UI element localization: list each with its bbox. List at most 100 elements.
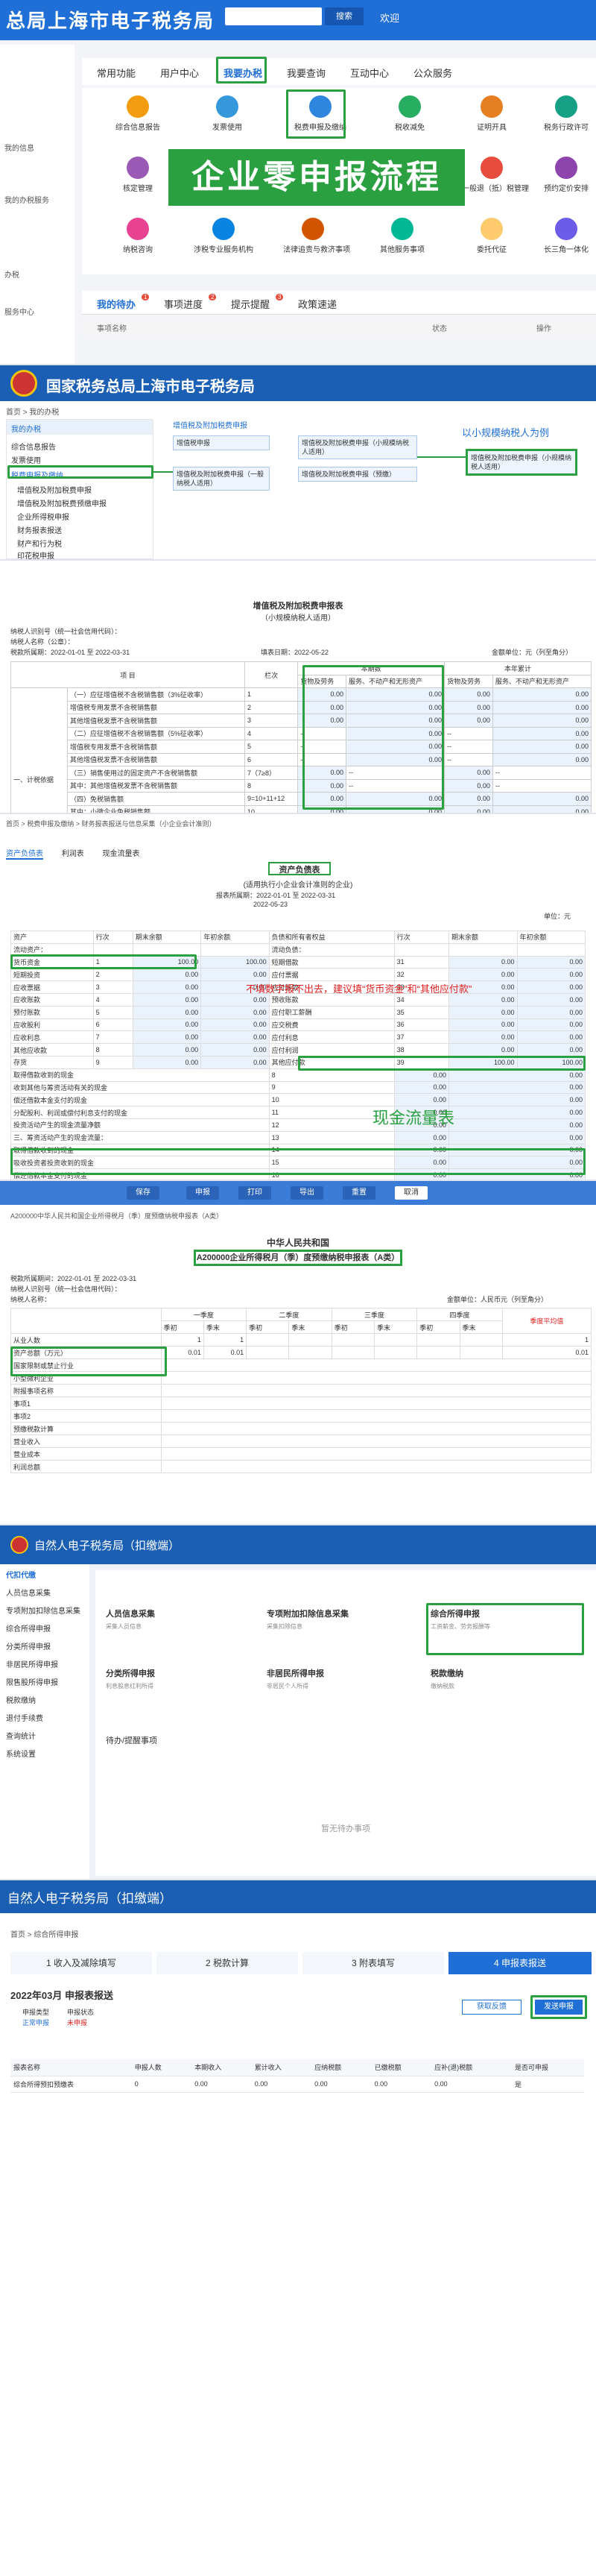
step-item[interactable]: 1 收入及减除填写 — [10, 1952, 152, 1974]
value-cell[interactable]: 0.00 — [444, 714, 493, 728]
sidebar-item[interactable]: 发票使用 — [11, 454, 41, 465]
service-item[interactable]: 涉税专业服务机构 — [194, 218, 253, 254]
step-item[interactable]: 2 税款计算 — [156, 1952, 298, 1974]
table-cell[interactable]: 0.00 — [448, 992, 518, 1007]
table-cell[interactable]: 0.00 — [132, 1018, 202, 1032]
card[interactable]: 税款缴纳 缴纳税款 — [431, 1667, 572, 1712]
search-button[interactable]: 搜索 — [325, 7, 364, 25]
sidebar-subitem[interactable]: 财务报表报送 — [17, 524, 62, 535]
step-item[interactable]: 3 附表填写 — [302, 1952, 444, 1974]
sidebar-item[interactable]: 系统设置 — [6, 1748, 36, 1759]
tab-balance-sheet[interactable]: 资产负债表 — [6, 850, 43, 860]
value-cell[interactable]: 0.00 — [492, 687, 592, 702]
sidebar-subitem[interactable]: 印花税申报 — [17, 549, 54, 559]
value-cell[interactable]: 0.00 — [444, 792, 493, 806]
card[interactable]: 人员信息采集 采集人员信息 — [106, 1607, 247, 1652]
save-button[interactable]: 保存 — [127, 1186, 159, 1200]
sidebar-item[interactable]: 限售股所得申报 — [6, 1676, 58, 1687]
flow-node[interactable]: 增值税申报 — [173, 435, 270, 450]
table-cell[interactable]: 0.00 — [448, 1018, 518, 1032]
value-cell[interactable]: 0.00 — [444, 766, 493, 780]
flow-node[interactable]: 增值税及附加税费申报（一般纳税人适用） — [173, 467, 270, 491]
value-cell[interactable]: 0.00 — [444, 778, 493, 793]
flow-node[interactable]: 增值税及附加税费申报（小规模纳税人适用） — [298, 435, 417, 459]
table-cell[interactable]: 0.00 — [132, 1043, 202, 1056]
sidebar-subitem[interactable]: 增值税及附加税费申报 — [17, 484, 92, 495]
value-cell[interactable]: 0.00 — [492, 752, 592, 766]
service-item[interactable]: 其他服务事项 — [380, 218, 425, 254]
reset-button[interactable]: 重置 — [343, 1186, 375, 1200]
sidebar-item[interactable]: 办税 — [4, 268, 19, 280]
table-cell[interactable]: 0.00 — [448, 955, 518, 969]
table-cell[interactable]: 0.00 — [132, 980, 202, 994]
service-item[interactable]: 纳税咨询 — [123, 218, 153, 254]
export-button[interactable]: 导出 — [291, 1186, 323, 1200]
table-cell[interactable]: 0.00 — [132, 1005, 202, 1019]
service-item[interactable]: 一般退（抵）税管理 — [462, 157, 529, 193]
sidebar-item[interactable]: 综合所得申报 — [6, 1622, 51, 1634]
table-cell[interactable]: 0.00 — [448, 1005, 518, 1019]
value-cell[interactable]: 0.00 — [444, 687, 493, 702]
table-cell[interactable]: 0.00 — [132, 992, 202, 1007]
service-item[interactable]: 综合信息报告 — [115, 95, 160, 132]
sidebar-item[interactable]: 综合信息报告 — [11, 441, 56, 452]
card[interactable]: 非居民所得申报 非居民个人所得 — [267, 1667, 408, 1712]
sidebar-item[interactable]: 非居民所得申报 — [6, 1658, 58, 1669]
sidebar-item[interactable]: 查询统计 — [6, 1730, 36, 1741]
table-cell[interactable]: 0.00 — [448, 1030, 518, 1045]
service-item[interactable]: 委托代征 — [477, 218, 507, 254]
table-cell[interactable]: 0.00 — [132, 1030, 202, 1045]
flow-node[interactable]: 增值税及附加税费申报（预缴） — [298, 467, 417, 482]
service-item[interactable]: 税务行政许可 — [544, 95, 589, 132]
card[interactable]: 分类所得申报 利息股息红利所得 — [106, 1667, 247, 1712]
value-cell[interactable]: 0.00 — [492, 714, 592, 728]
sidebar-item[interactable]: 专项附加扣除信息采集 — [6, 1605, 80, 1616]
declare-button[interactable]: 申报 — [186, 1186, 219, 1200]
sidebar-item[interactable]: 代扣代缴 — [6, 1569, 36, 1580]
sidebar-item[interactable]: 我的信息 — [4, 142, 34, 153]
sidebar-subitem[interactable]: 财产和行为税 — [17, 538, 62, 549]
service-item[interactable]: 核定管理 — [123, 157, 153, 193]
sidebar-item[interactable]: 税款缴纳 — [6, 1694, 36, 1705]
sidebar-item[interactable]: 人员信息采集 — [6, 1587, 51, 1598]
nav-item[interactable]: 常用功能 — [97, 66, 136, 80]
sidebar-item[interactable]: 服务中心 — [4, 306, 34, 317]
value-cell[interactable]: 0.00 — [492, 740, 592, 754]
nav-item[interactable]: 公众服务 — [413, 66, 452, 80]
service-item[interactable]: 发票使用 — [212, 95, 242, 132]
tab-todo[interactable]: 我的待办 — [97, 297, 136, 311]
table-cell[interactable]: 0.00 — [448, 968, 518, 982]
sidebar-subitem[interactable]: 增值税及附加税费预缴申报 — [17, 497, 107, 508]
sidebar-item[interactable]: 分类所得申报 — [6, 1640, 51, 1651]
cancel-button[interactable]: 取消 — [395, 1186, 428, 1200]
table-cell[interactable]: 0.00 — [132, 968, 202, 982]
service-item[interactable]: 证明开具 — [477, 95, 507, 132]
tab-progress[interactable]: 事项进度 — [164, 297, 203, 311]
tab-reminders[interactable]: 提示提醒 — [231, 297, 270, 311]
service-item[interactable]: 长三角一体化 — [544, 218, 589, 254]
service-item[interactable]: 税收减免 — [395, 95, 425, 132]
service-item[interactable]: 预约定价安排 — [544, 157, 589, 193]
value-cell[interactable]: 0.00 — [492, 700, 592, 714]
print-button[interactable]: 打印 — [238, 1186, 271, 1200]
table-row[interactable]: 综合所得预扣预缴表 0 0.00 0.00 0.00 0.00 0.00 是 — [10, 2076, 584, 2093]
value-cell[interactable]: 0.00 — [492, 726, 592, 740]
value-cell[interactable]: 0.00 — [444, 804, 493, 813]
value-cell[interactable]: 0.00 — [444, 700, 493, 714]
step-item-active[interactable]: 4 申报表报送 — [448, 1952, 592, 1974]
sidebar-item[interactable]: 我的办税服务 — [4, 194, 49, 205]
value-cell[interactable]: 0.00 — [492, 804, 592, 813]
tab-cashflow[interactable]: 现金流量表 — [103, 850, 140, 858]
sidebar-item[interactable]: 退付手续费 — [6, 1712, 43, 1723]
nav-item[interactable]: 互动中心 — [350, 66, 389, 80]
flow-node-small-taxpayer[interactable]: 增值税及附加税费申报（小规模纳税人适用） — [466, 449, 577, 476]
table-cell[interactable]: 0.00 — [132, 1055, 202, 1069]
nav-item[interactable]: 我要查询 — [287, 66, 326, 80]
card[interactable]: 专项附加扣除信息采集 采集扣除信息 — [267, 1607, 408, 1652]
search-input[interactable] — [225, 7, 322, 25]
tab-policy[interactable]: 政策速递 — [298, 297, 337, 311]
tab-income[interactable]: 利润表 — [62, 850, 84, 858]
sidebar-subitem[interactable]: 企业所得税申报 — [17, 511, 69, 522]
service-item[interactable]: 法律追责与救济事项 — [283, 218, 350, 254]
table-cell[interactable]: 0.00 — [448, 1043, 518, 1056]
